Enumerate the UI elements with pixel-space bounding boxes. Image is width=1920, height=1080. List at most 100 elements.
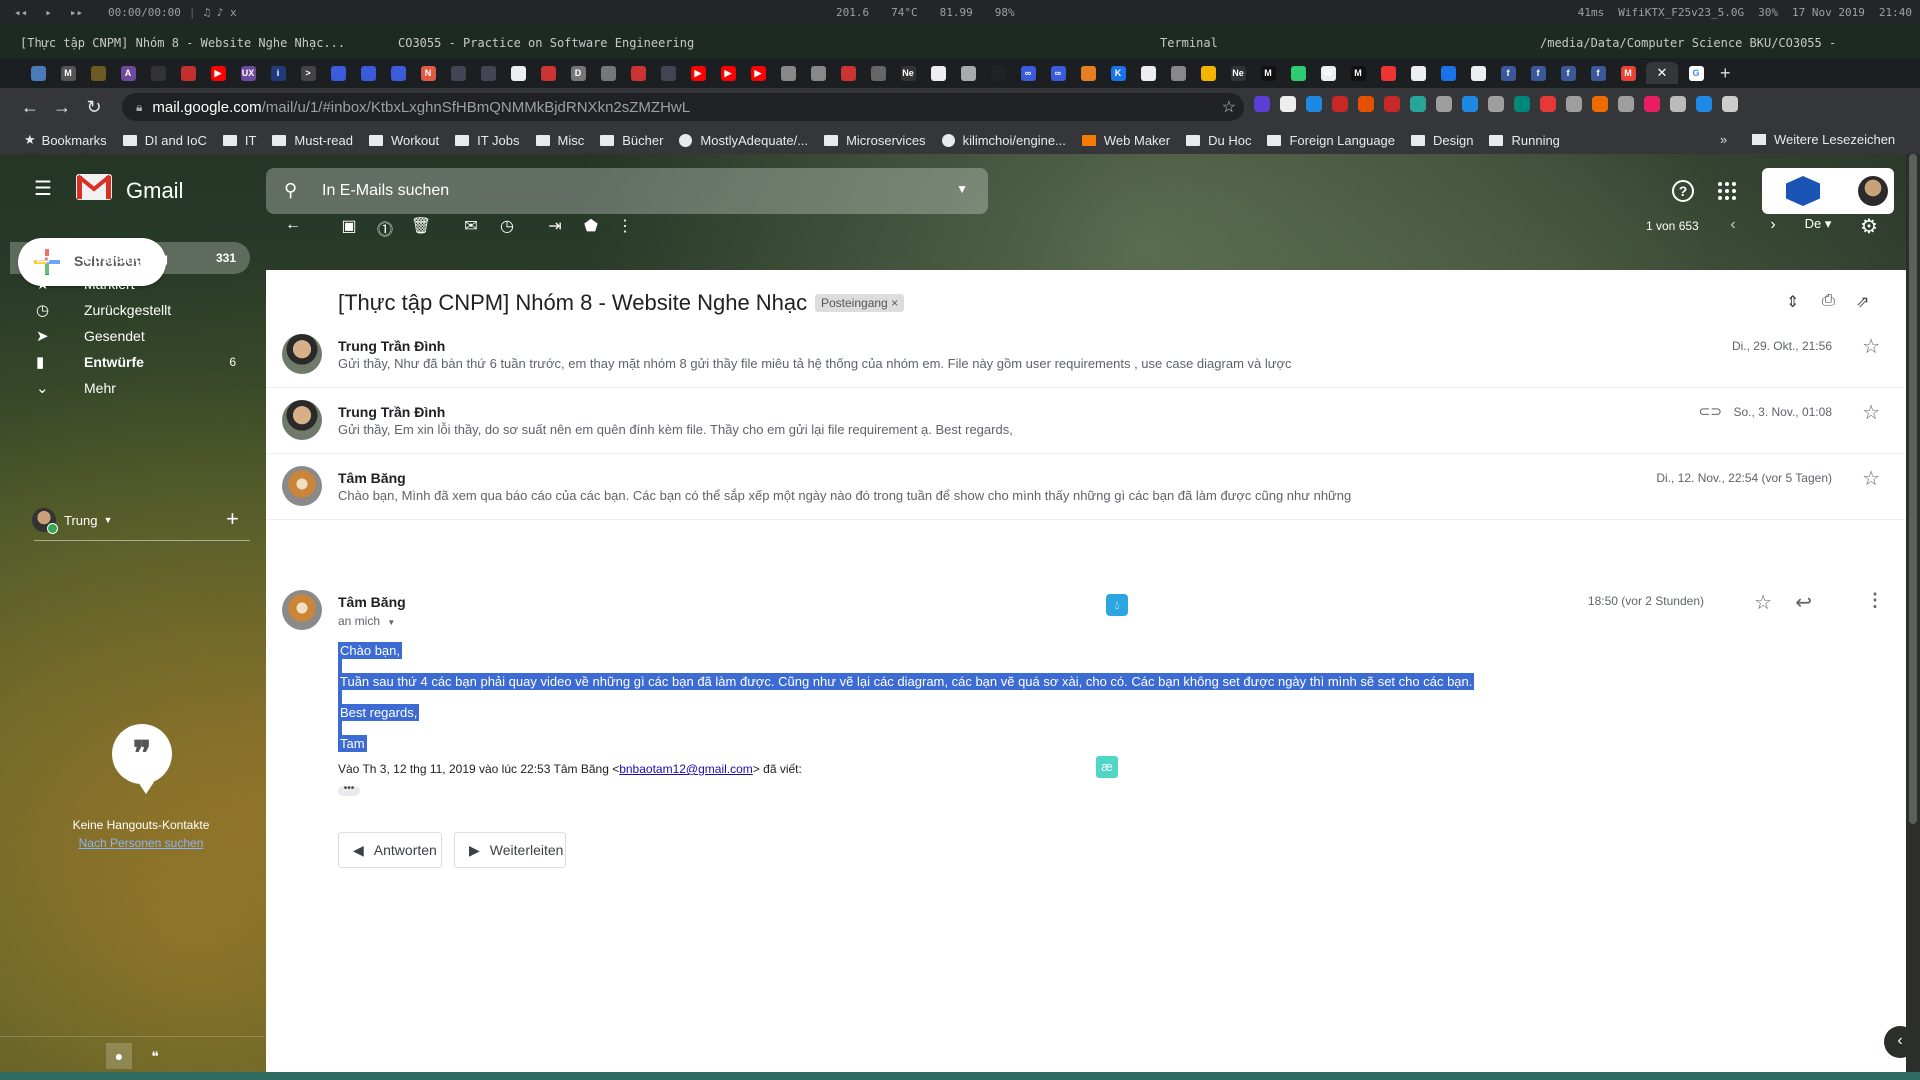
browser-tab[interactable]: f — [1556, 62, 1580, 84]
collapsed-message[interactable]: Trung Trần Đình Gửi thầy, Em xin lỗi thầy… — [266, 388, 1906, 454]
bookmark-item[interactable]: Workout — [368, 133, 439, 148]
more-vert-icon[interactable]: ⋮ — [1866, 590, 1884, 611]
browser-tab[interactable]: M — [1256, 62, 1280, 84]
browser-tab[interactable] — [1406, 62, 1430, 84]
browser-tab[interactable]: D — [566, 62, 590, 84]
browser-tab[interactable] — [1076, 62, 1100, 84]
browser-tab[interactable]: ▶ — [746, 62, 770, 84]
browser-tab[interactable] — [86, 62, 110, 84]
hangouts-chat-icon[interactable]: ❝ — [142, 1043, 168, 1069]
browser-extension-icon[interactable] — [1488, 96, 1504, 112]
browser-tab[interactable] — [1286, 62, 1310, 84]
browser-tab[interactable]: Ne — [896, 62, 920, 84]
browser-tab[interactable] — [146, 62, 170, 84]
browser-tab[interactable] — [656, 62, 680, 84]
browser-tab[interactable] — [956, 62, 980, 84]
browser-tab[interactable]: f — [1496, 62, 1520, 84]
browser-tab[interactable]: W — [1316, 62, 1340, 84]
browser-tab[interactable] — [326, 62, 350, 84]
browser-tab[interactable]: M — [1346, 62, 1370, 84]
find-people-link[interactable]: Nach Personen suchen — [0, 836, 282, 850]
browser-extension-icon[interactable] — [1592, 96, 1608, 112]
help-icon[interactable]: ? — [1672, 180, 1694, 202]
browser-tab[interactable] — [1436, 62, 1460, 84]
browser-tab[interactable] — [836, 62, 860, 84]
browser-tab[interactable]: M — [56, 62, 80, 84]
more-actions-icon[interactable]: ⋮ — [614, 216, 636, 236]
media-next-button[interactable]: ▸▸ — [70, 6, 83, 19]
browser-tab[interactable] — [776, 62, 800, 84]
collapsed-message[interactable]: Trung Trần Đình Gửi thầy, Như đã bàn thứ … — [266, 322, 1906, 388]
browser-tab[interactable]: N — [416, 62, 440, 84]
apps-grid-icon[interactable] — [1718, 182, 1736, 200]
browser-tab[interactable] — [356, 62, 380, 84]
bookmark-item[interactable]: Running — [1489, 133, 1560, 148]
show-trimmed-content-button[interactable]: ••• — [338, 784, 360, 796]
browser-tab[interactable] — [476, 62, 500, 84]
browser-tab[interactable]: K — [1106, 62, 1130, 84]
browser-tab[interactable]: A — [116, 62, 140, 84]
new-tab-button[interactable]: + — [1720, 63, 1731, 84]
browser-tab[interactable]: Ne — [1226, 62, 1250, 84]
browser-extension-icon[interactable] — [1384, 96, 1400, 112]
account-avatar[interactable] — [1858, 176, 1888, 206]
browser-extension-icon[interactable] — [1566, 96, 1582, 112]
wm-tab-course[interactable]: CO3055 - Practice on Software Engineerin… — [398, 36, 694, 50]
next-icon[interactable]: › — [1762, 216, 1784, 234]
wm-tab-terminal[interactable]: Terminal — [1160, 36, 1218, 50]
main-menu-icon[interactable]: ☰ — [34, 176, 52, 201]
bookmark-item[interactable]: Bücher — [600, 133, 663, 148]
browser-tab[interactable]: ∞ — [1016, 62, 1040, 84]
bookmark-item[interactable]: kilimchoi/engine... — [941, 133, 1066, 148]
browser-extension-icon[interactable] — [1332, 96, 1348, 112]
bookmark-item[interactable]: IT — [222, 133, 256, 148]
back-icon[interactable]: ← — [14, 97, 46, 118]
browser-extension-icon[interactable] — [1462, 96, 1478, 112]
expand-all-icon[interactable]: ⇕ — [1786, 292, 1799, 312]
browser-extension-icon[interactable] — [1696, 96, 1712, 112]
other-bookmarks[interactable]: Weitere Lesezeichen — [1752, 132, 1895, 147]
bookmark-item[interactable]: DI and IoC — [122, 133, 207, 148]
bookmark-item[interactable]: MostlyAdequate/... — [679, 133, 808, 148]
browser-tab[interactable] — [26, 62, 50, 84]
star-icon[interactable]: ☆ — [1862, 334, 1880, 359]
hangouts-user[interactable]: Trung ▼ — [32, 508, 112, 534]
media-prev-button[interactable]: ◂◂ — [14, 6, 27, 19]
report-spam-icon[interactable]: ⓵ — [374, 216, 396, 240]
forward-button[interactable]: ▶ Weiterleiten — [454, 832, 566, 868]
address-bar[interactable]: 🔒︎ mail.google.com /mail/u/1/#inbox/Ktbx… — [122, 93, 1244, 121]
browser-tab[interactable]: ▶ — [716, 62, 740, 84]
bookmark-item[interactable]: IT Jobs — [455, 133, 520, 148]
bookmarks-overflow-button[interactable]: » — [1720, 132, 1727, 147]
forward-icon[interactable]: → — [46, 97, 78, 118]
archive-icon[interactable]: ▣ — [338, 216, 360, 236]
quote-email-link[interactable]: bnbaotam12@gmail.com — [619, 762, 753, 776]
browser-tab[interactable] — [536, 62, 560, 84]
browser-tab[interactable] — [1196, 62, 1220, 84]
bookmark-item[interactable]: Design — [1411, 133, 1473, 148]
browser-tab[interactable] — [596, 62, 620, 84]
browser-tab[interactable] — [386, 62, 410, 84]
browser-tab[interactable]: f — [1586, 62, 1610, 84]
search-input[interactable] — [322, 179, 882, 203]
browser-tab[interactable] — [1166, 62, 1190, 84]
snooze-icon[interactable]: ◷ — [496, 216, 518, 236]
wm-tab-active[interactable]: [Thực tập CNPM] Nhóm 8 - Website Nghe Nh… — [20, 36, 345, 50]
bookmark-item[interactable]: Must-read — [272, 133, 353, 148]
back-to-inbox-icon[interactable]: ← — [282, 216, 304, 234]
bookmark-item[interactable]: ★ Bookmarks — [24, 132, 107, 148]
bookmark-star-icon[interactable]: ☆ — [1222, 97, 1236, 117]
browser-tab[interactable]: f — [1526, 62, 1550, 84]
browser-tab[interactable]: G — [1684, 62, 1708, 84]
browser-extension-icon[interactable] — [1280, 96, 1296, 112]
browser-extension-icon[interactable] — [1540, 96, 1556, 112]
browser-extension-icon[interactable] — [1644, 96, 1660, 112]
browser-extension-icon[interactable] — [1618, 96, 1634, 112]
delete-icon[interactable]: 🗑︎ — [410, 216, 432, 236]
move-to-icon[interactable]: ⇥ — [544, 216, 566, 236]
browser-extension-icon[interactable] — [1436, 96, 1452, 112]
media-play-button[interactable]: ▸ — [45, 6, 52, 19]
wm-tab-path[interactable]: /media/Data/Computer Science BKU/CO3055 … — [1540, 36, 1836, 50]
nav-item-mehr[interactable]: ⌄ Mehr — [10, 372, 250, 404]
browser-tab[interactable]: ∞ — [1046, 62, 1070, 84]
